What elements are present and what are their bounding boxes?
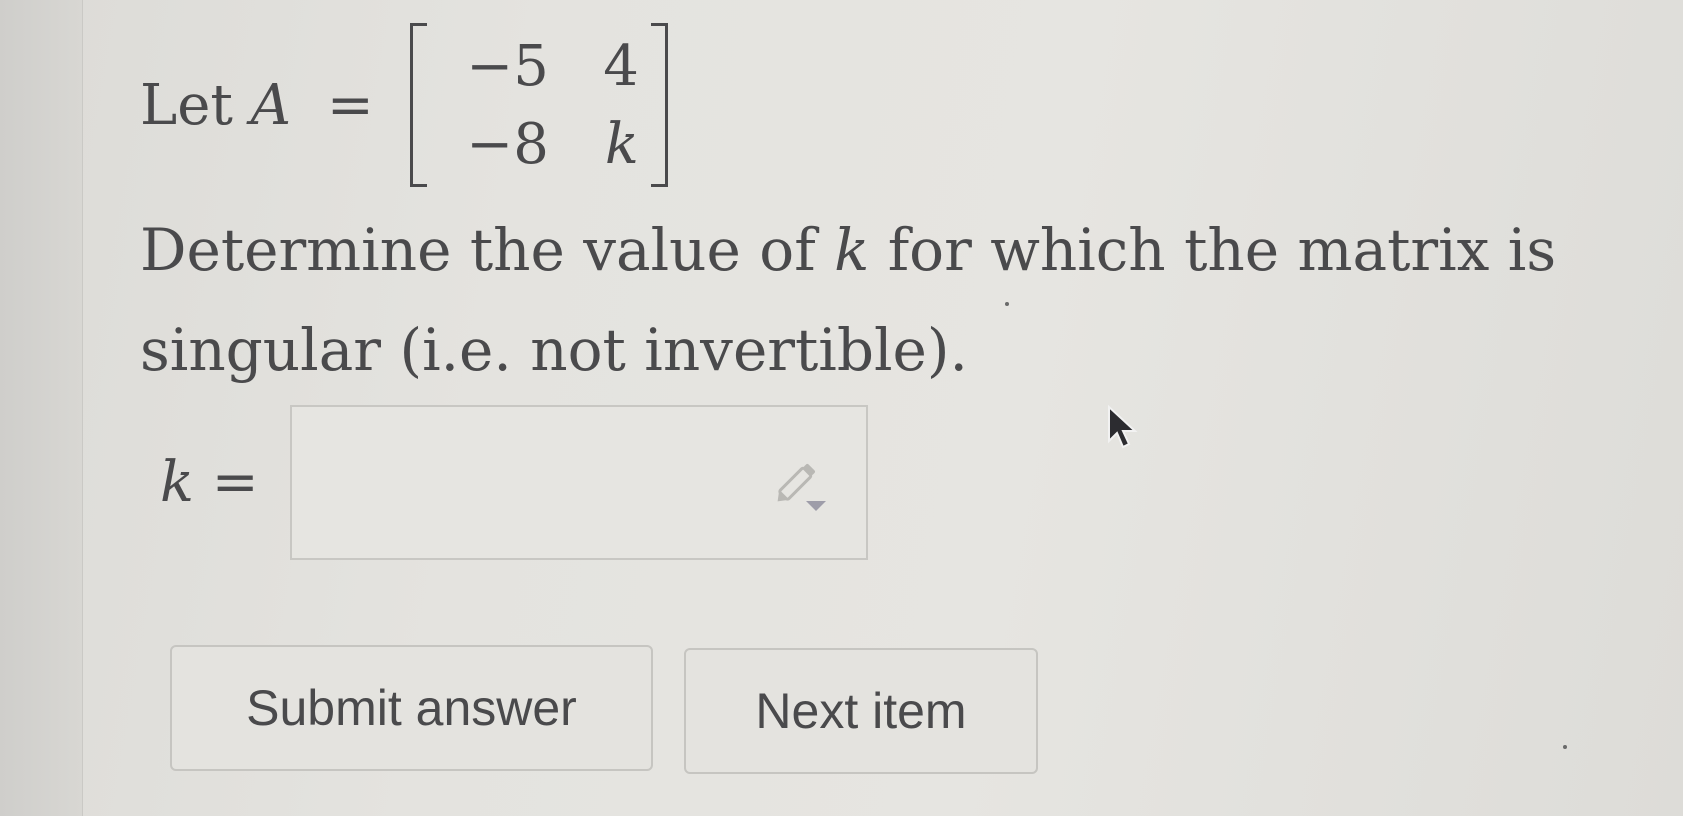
- matrix-cell-1-2: 4: [603, 33, 639, 99]
- matrix-a: −5 4 −8 k: [409, 20, 668, 190]
- matrix-cell-2-1: −8: [466, 111, 549, 177]
- matrix-variable: A: [250, 72, 292, 138]
- question-prompt: Determine the value of k for which the m…: [140, 216, 1557, 384]
- pencil-dropdown-icon[interactable]: [770, 457, 830, 517]
- matrix-cell-1-1: −5: [466, 33, 549, 99]
- matrix-left-bracket: [409, 23, 427, 187]
- answer-row: k =: [160, 405, 868, 560]
- equals-sign: =: [326, 72, 374, 138]
- page-left-margin: [0, 0, 83, 816]
- matrix-right-bracket: [650, 23, 668, 187]
- matrix-grid: −5 4 −8 k: [427, 27, 651, 183]
- prompt-variable: k: [834, 216, 870, 284]
- answer-field[interactable]: [290, 405, 868, 560]
- matrix-cell-2-2: k: [604, 111, 639, 177]
- question-block: Let A = −5 4 −8 k Determine the value of…: [140, 20, 1560, 400]
- submit-answer-button[interactable]: Submit answer: [170, 645, 653, 771]
- answer-label: k =: [160, 450, 259, 515]
- next-item-button[interactable]: Next item: [684, 648, 1038, 774]
- dust-speck: [1005, 302, 1009, 306]
- dust-speck: [1563, 745, 1567, 749]
- let-label: Let A =: [140, 72, 374, 138]
- arrow-cursor-icon: [1105, 404, 1139, 455]
- matrix-statement: Let A = −5 4 −8 k: [140, 20, 1560, 190]
